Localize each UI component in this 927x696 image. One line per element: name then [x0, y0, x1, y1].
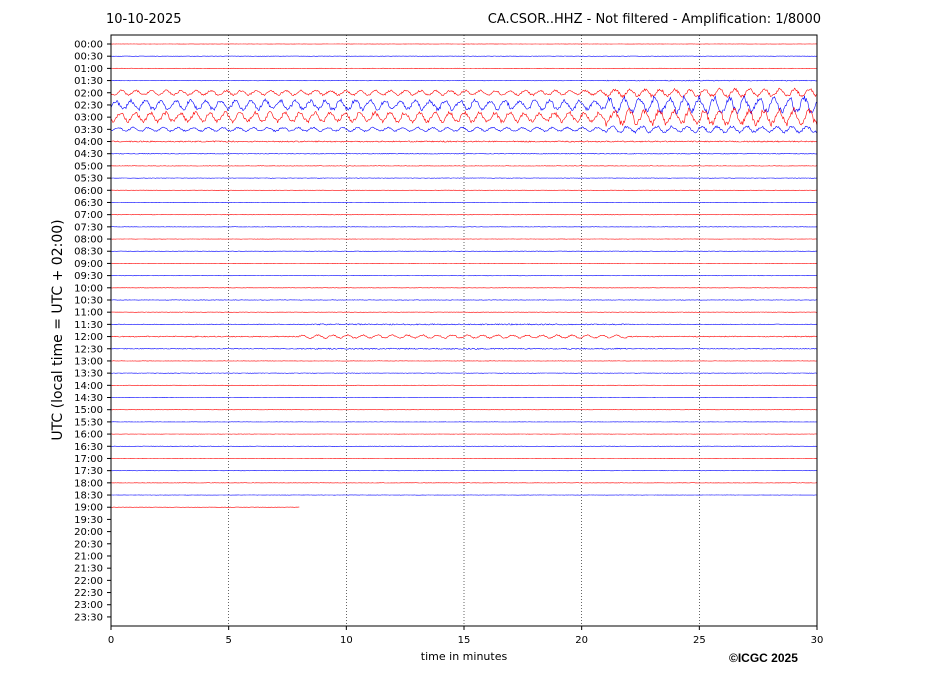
- y-tick-label: 15:30: [74, 417, 103, 428]
- y-tick-label: 13:00: [74, 356, 103, 367]
- y-tick-label: 18:30: [74, 491, 103, 502]
- y-tick-label: 05:30: [74, 174, 103, 185]
- x-tick-label: 30: [811, 635, 824, 646]
- x-tick-label: 25: [693, 635, 706, 646]
- y-tick-label: 19:00: [74, 503, 103, 514]
- y-tick-label: 08:30: [74, 247, 103, 258]
- y-tick-label: 14:30: [74, 393, 103, 404]
- y-tick-label: 23:00: [74, 600, 103, 611]
- x-tick-label: 5: [225, 635, 231, 646]
- trace-0430: [110, 153, 817, 155]
- y-tick-label: 11:00: [74, 308, 103, 319]
- y-tick-label: 06:30: [74, 198, 103, 209]
- trace-1130: [110, 323, 818, 326]
- trace-0400: [110, 140, 818, 143]
- y-tick-label: 11:30: [74, 320, 103, 331]
- y-tick-label: 02:30: [74, 100, 103, 111]
- y-tick-label: 09:00: [74, 259, 103, 270]
- y-tick-label: 12:30: [74, 344, 103, 355]
- y-tick-label: 08:00: [74, 235, 103, 246]
- y-tick-label: 10:00: [74, 283, 103, 294]
- y-tick-label: 21:30: [74, 564, 103, 575]
- y-tick-label: 20:30: [74, 539, 103, 550]
- y-tick-label: 04:30: [74, 149, 103, 160]
- y-tick-label: 20:00: [74, 527, 103, 538]
- y-tick-label: 12:00: [74, 332, 103, 343]
- y-tick-label: 07:30: [74, 222, 103, 233]
- y-tick-label: 23:30: [74, 612, 103, 623]
- y-tick-label: 01:00: [74, 64, 103, 75]
- y-tick-label: 22:00: [74, 576, 103, 587]
- y-tick-label: 06:00: [74, 186, 103, 197]
- y-tick-label: 16:00: [74, 430, 103, 441]
- y-tick-label: 00:00: [74, 40, 103, 51]
- plot-frame: [110, 34, 818, 627]
- y-tick-label: 04:00: [74, 137, 103, 148]
- y-tick-label: 00:30: [74, 52, 103, 63]
- y-tick-label: 14:00: [74, 381, 103, 392]
- y-tick-label: 05:00: [74, 161, 103, 172]
- y-tick-label: 07:00: [74, 210, 103, 221]
- y-tick-label: 21:00: [74, 551, 103, 562]
- x-tick-label: 10: [340, 635, 353, 646]
- y-tick-label: 03:30: [74, 125, 103, 136]
- y-tick-label: 17:00: [74, 454, 103, 465]
- y-tick-label: 22:30: [74, 588, 103, 599]
- y-tick-label: 17:30: [74, 466, 103, 477]
- y-tick-label: 18:00: [74, 478, 103, 489]
- x-tick-label: 0: [108, 635, 114, 646]
- y-tick-label: 02:00: [74, 88, 103, 99]
- y-tick-label: 15:00: [74, 405, 103, 416]
- helicorder-chart: 00:0000:3001:0001:3002:0002:30 03:0003:30…: [50, 34, 824, 663]
- y-tick-label: 09:30: [74, 271, 103, 282]
- y-tick-label: 13:30: [74, 369, 103, 380]
- x-tick-label: 20: [575, 635, 588, 646]
- y-tick-label: 01:30: [74, 76, 103, 87]
- y-tick-label: 03:00: [74, 113, 103, 124]
- y-axis-label: UTC (local time = UTC + 02:00): [50, 219, 66, 440]
- y-tick-label: 10:30: [74, 295, 103, 306]
- trace-1230: [110, 347, 818, 350]
- x-tick-label: 15: [458, 635, 471, 646]
- y-tick-label: 19:30: [74, 515, 103, 526]
- x-axis-label: time in minutes: [421, 650, 508, 663]
- y-tick-label: 16:30: [74, 442, 103, 453]
